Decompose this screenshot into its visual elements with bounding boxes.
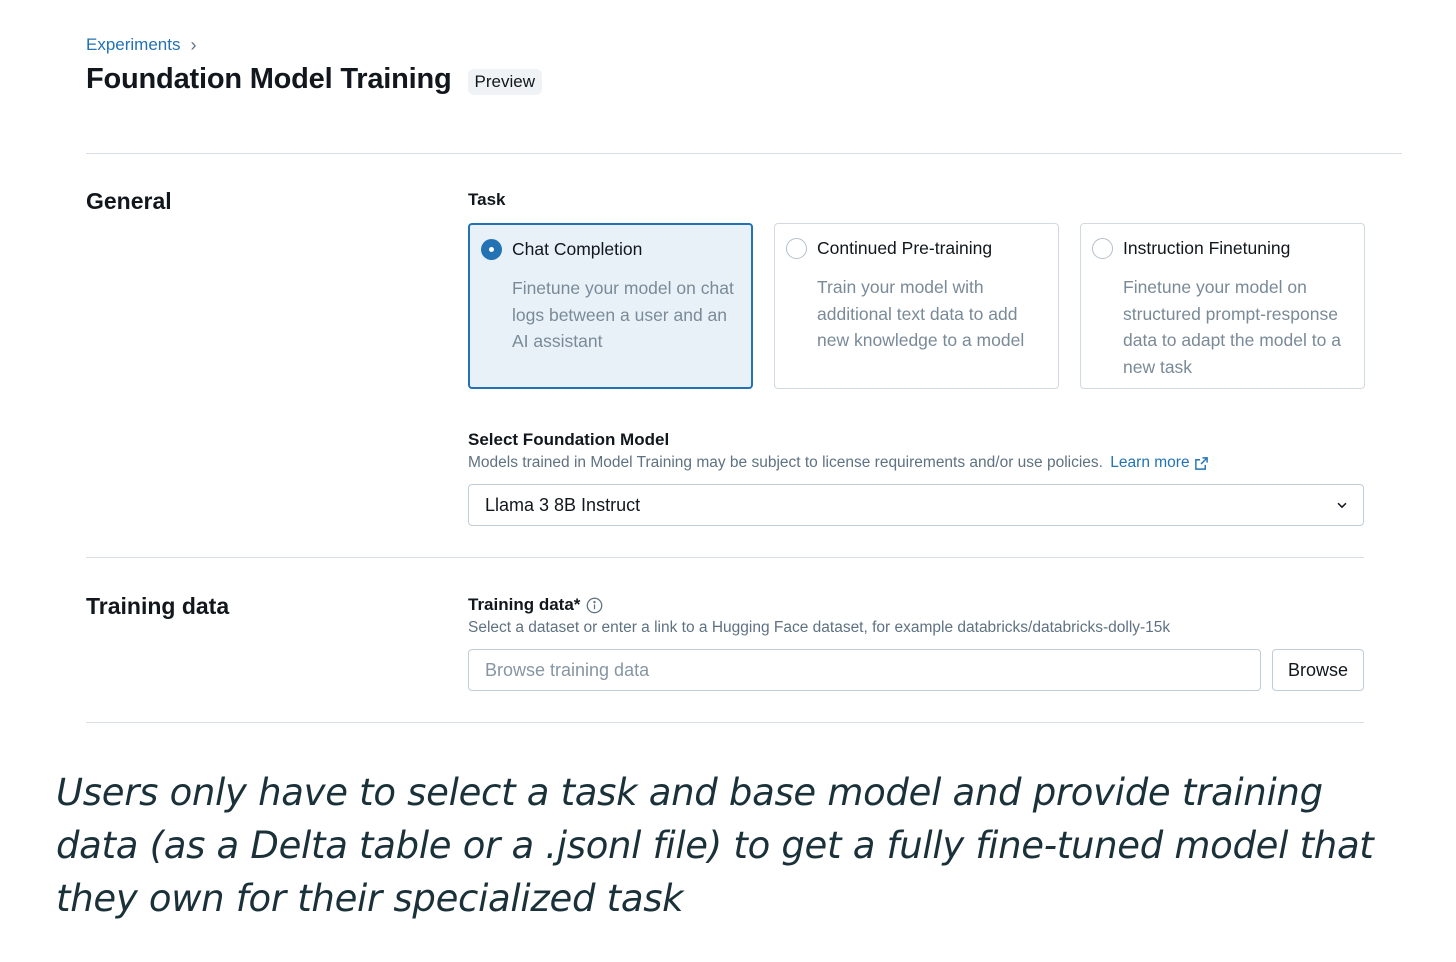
task-card-description: Finetune your model on structured prompt… [1123, 277, 1341, 377]
task-card-title: Instruction Finetuning [1123, 238, 1291, 258]
general-section-heading: General [86, 188, 172, 214]
foundation-model-value: Llama 3 8B Instruct [485, 494, 641, 515]
chevron-down-icon [1337, 502, 1347, 509]
model-help: Models trained in Model Training may be … [468, 454, 1209, 472]
breadcrumb: Experiments › [86, 35, 196, 55]
chevron-right-icon: › [190, 35, 197, 55]
model-label-text: Select Foundation Model [468, 430, 670, 449]
caption-text: Users only have to select a task and bas… [56, 771, 1374, 920]
training-data-label-text: Training data* [468, 595, 581, 614]
training-data-help: Select a dataset or enter a link to a Hu… [468, 619, 1171, 636]
external-link-icon [1194, 456, 1208, 470]
info-icon[interactable] [586, 597, 603, 614]
divider [86, 557, 1364, 558]
divider [86, 153, 1402, 154]
task-card-instruction-finetuning[interactable]: Instruction Finetuning Finetune your mod… [1080, 223, 1365, 389]
task-card-description: Finetune your model on chat logs between… [512, 278, 734, 351]
task-card-description: Train your model with additional text da… [817, 277, 1025, 350]
task-card-chat-completion[interactable]: Chat Completion Finetune your model on c… [468, 223, 753, 389]
divider [86, 722, 1364, 723]
task-card-title: Continued Pre-training [817, 238, 993, 258]
task-label: Task [468, 190, 506, 210]
training-data-section-heading: Training data [86, 593, 230, 619]
foundation-model-select[interactable]: Llama 3 8B Instruct [468, 484, 1364, 526]
radio-unchecked-icon[interactable] [786, 238, 807, 259]
training-data-label: Training data* [468, 595, 603, 615]
model-label: Select Foundation Model [468, 430, 669, 450]
radio-unchecked-icon[interactable] [1092, 238, 1113, 259]
learn-more-link[interactable]: Learn more [1110, 454, 1208, 472]
training-data-input[interactable] [468, 649, 1261, 691]
learn-more-label: Learn more [1110, 454, 1190, 471]
title-row: Foundation Model Training Preview [86, 63, 542, 96]
task-card-title: Chat Completion [512, 239, 643, 259]
breadcrumb-link-experiments[interactable]: Experiments [86, 35, 180, 55]
radio-checked-icon[interactable] [481, 239, 502, 260]
browse-button[interactable]: Browse [1272, 649, 1364, 691]
task-card-continued-pretraining[interactable]: Continued Pre-training Train your model … [774, 223, 1059, 389]
preview-badge: Preview [467, 69, 542, 95]
page-title: Foundation Model Training [86, 63, 452, 95]
task-label-text: Task [468, 190, 506, 209]
model-help-text: Models trained in Model Training may be … [468, 454, 1103, 471]
